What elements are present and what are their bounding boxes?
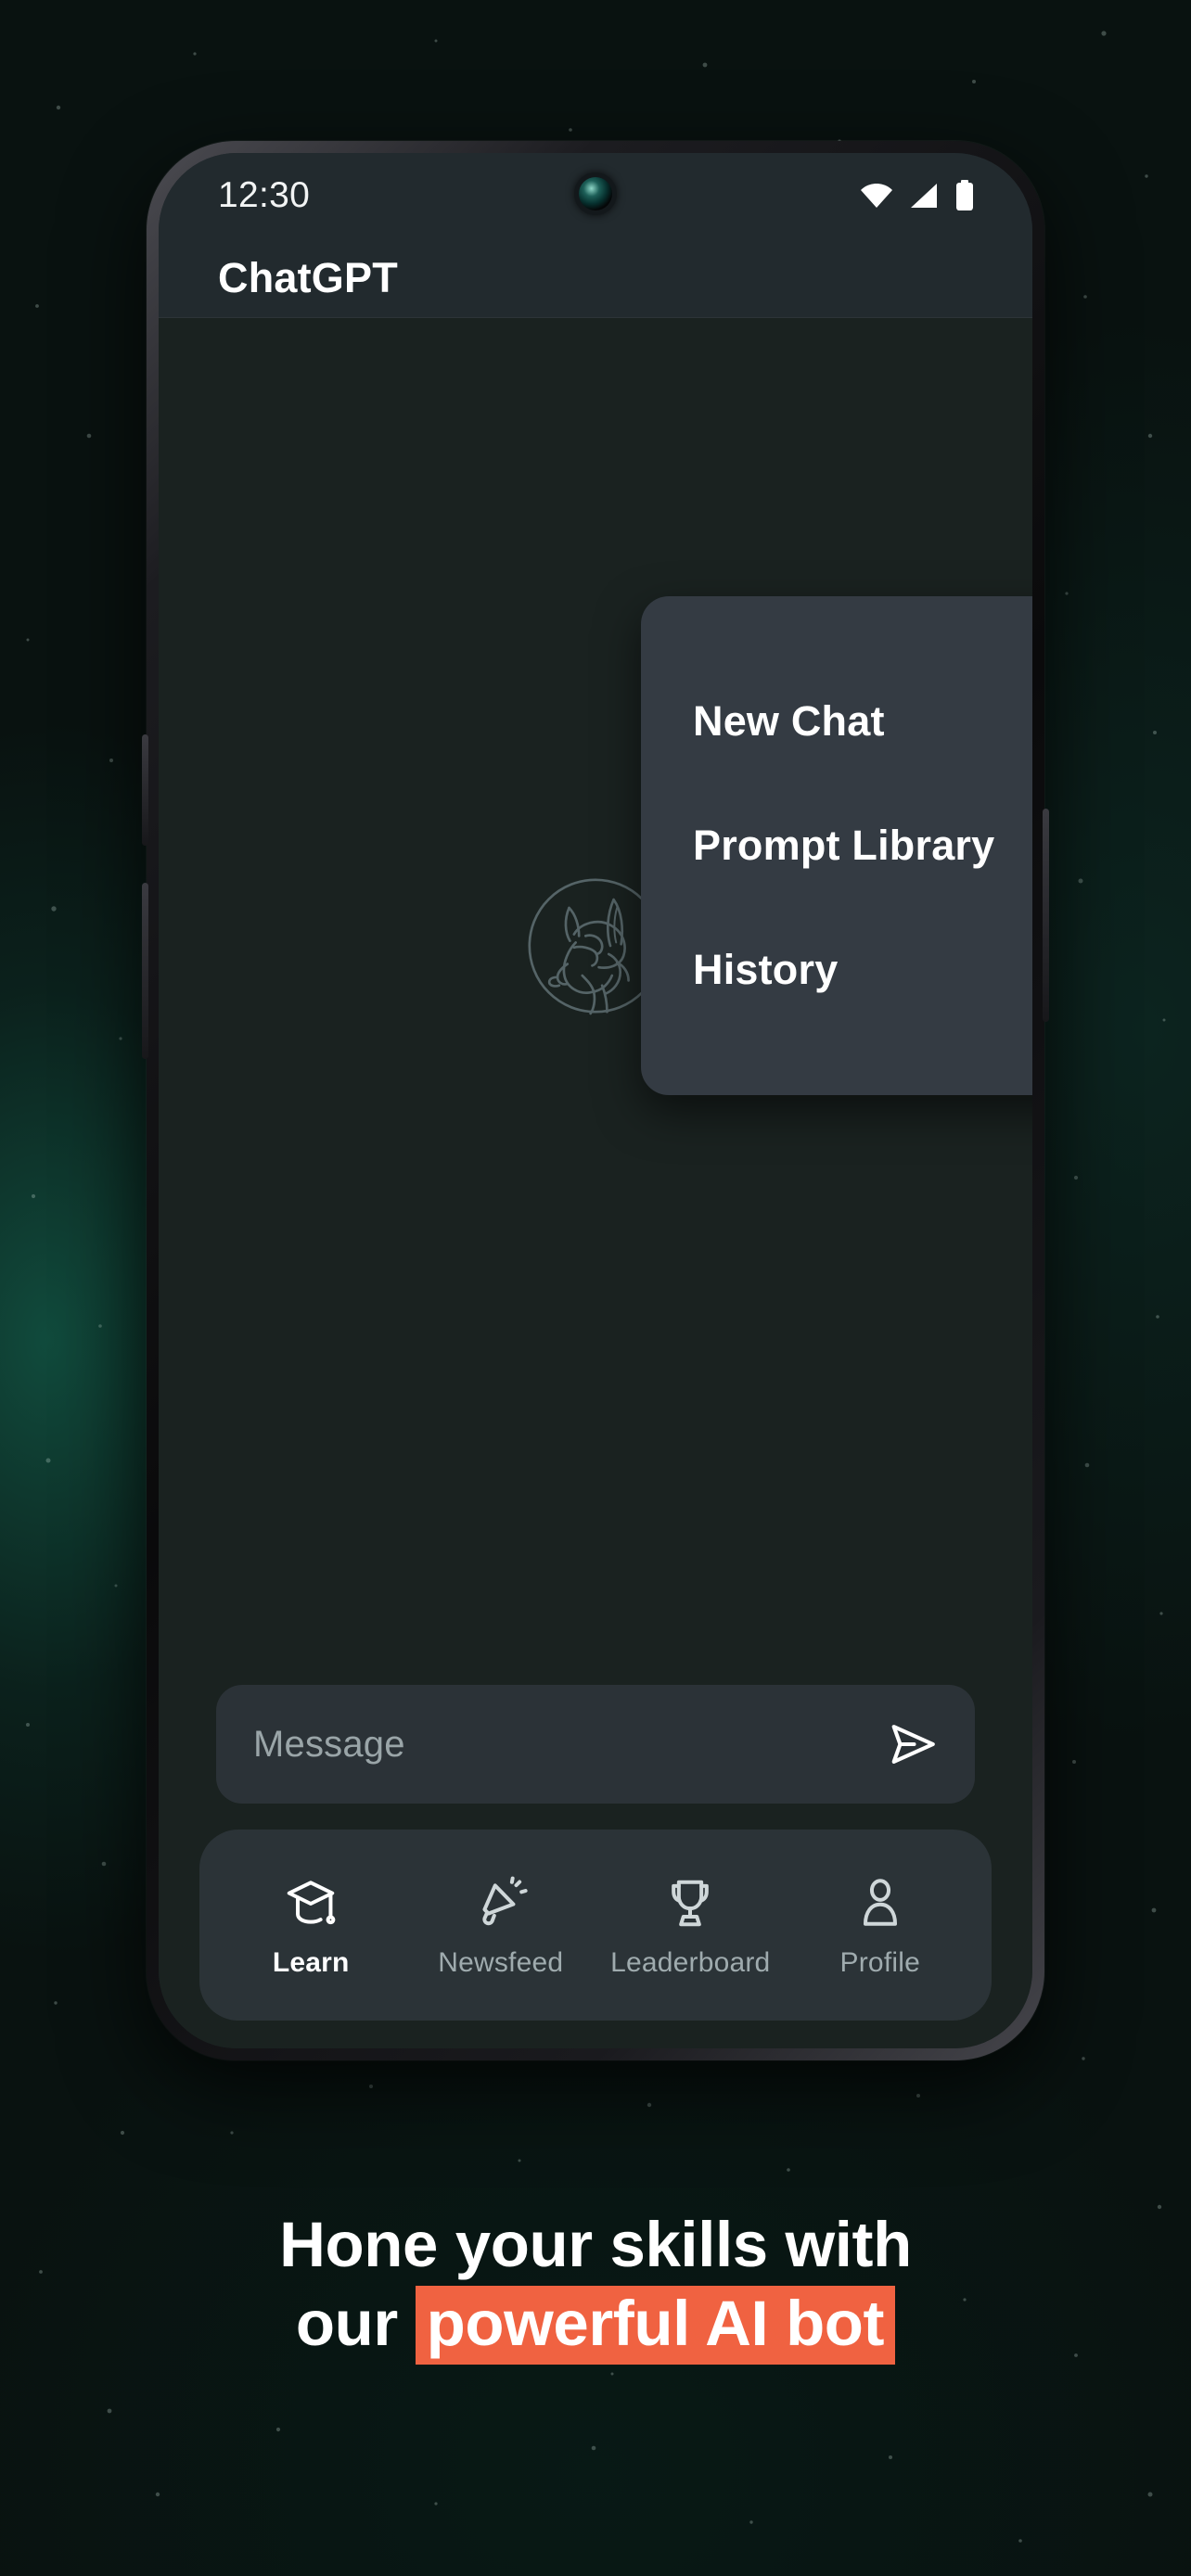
message-input-box[interactable]: Message: [216, 1685, 975, 1804]
nav-item-learn[interactable]: Learn: [216, 1871, 406, 1979]
nav-item-label: Profile: [839, 1947, 920, 1978]
phone-screen: 12:30 ChatGPT New Chat Prompt Library Hi…: [159, 153, 1032, 2048]
menu-item-label: History: [693, 946, 839, 993]
send-arrow-icon[interactable]: [884, 1715, 941, 1773]
nav-item-newsfeed[interactable]: Newsfeed: [406, 1871, 596, 1979]
status-bar: 12:30: [159, 153, 1032, 238]
menu-item-prompt-library[interactable]: Prompt Library: [693, 820, 1032, 872]
app-bar: ChatGPT: [159, 238, 1032, 318]
app-title: ChatGPT: [218, 253, 398, 301]
tagline-highlight: powerful AI bot: [415, 2286, 896, 2366]
wifi-icon: [861, 183, 892, 208]
graduation-cap-icon: [282, 1871, 339, 1932]
nav-item-label: Leaderboard: [610, 1947, 771, 1978]
tagline-line-1: Hone your skills with: [279, 2209, 912, 2280]
promo-screenshot: 12:30 ChatGPT New Chat Prompt Library Hi…: [0, 0, 1191, 2576]
tagline-prefix: our: [295, 2288, 398, 2360]
front-camera-punch-hole: [579, 177, 612, 210]
cellular-signal-icon: [911, 184, 937, 208]
bottom-navigation-bar: Learn Newsfeed Leaderboard Profile: [199, 1830, 992, 2021]
nav-item-leaderboard[interactable]: Leaderboard: [596, 1871, 786, 1979]
composer: Message: [159, 1685, 1032, 1804]
menu-item-history[interactable]: History: [693, 944, 1032, 996]
overflow-menu[interactable]: New Chat Prompt Library History: [641, 596, 1032, 1095]
message-placeholder: Message: [253, 1723, 405, 1765]
person-icon: [852, 1871, 909, 1932]
status-icons: [860, 180, 975, 211]
chat-area: New Chat Prompt Library History: [159, 318, 1032, 1685]
tagline-line-2: our powerful AI bot: [83, 2280, 1108, 2366]
phone-device-frame: 12:30 ChatGPT New Chat Prompt Library Hi…: [142, 141, 1049, 2060]
menu-item-label: Prompt Library: [693, 822, 995, 869]
promo-tagline: Hone your skills with our powerful AI bo…: [0, 2209, 1191, 2366]
megaphone-icon: [472, 1871, 530, 1932]
bottom-nav-wrapper: Learn Newsfeed Leaderboard Profile: [159, 1804, 1032, 2048]
menu-item-label: New Chat: [693, 697, 885, 745]
menu-item-new-chat[interactable]: New Chat: [693, 695, 1032, 747]
nav-item-label: Newsfeed: [438, 1947, 564, 1978]
trophy-icon: [661, 1871, 719, 1932]
power-button[interactable]: [1043, 809, 1049, 1022]
battery-icon: [956, 180, 973, 210]
status-clock: 12:30: [218, 175, 311, 215]
nav-item-profile[interactable]: Profile: [786, 1871, 976, 1979]
nav-item-label: Learn: [272, 1947, 350, 1978]
